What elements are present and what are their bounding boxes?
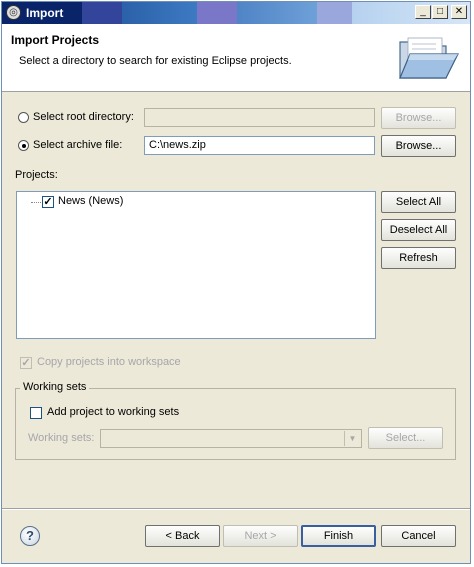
page-description: Select a directory to search for existin… [19, 55, 292, 67]
deselect-all-button[interactable]: Deselect All [381, 219, 456, 241]
working-sets-field-label: Working sets: [28, 432, 95, 444]
projects-list[interactable]: ✓ News (News) [16, 191, 376, 339]
working-sets-legend: Working sets [20, 381, 90, 393]
chevron-down-icon[interactable]: ▼ [344, 431, 360, 446]
refresh-button[interactable]: Refresh [381, 247, 456, 269]
eclipse-icon: ◎ [6, 5, 21, 20]
wizard-header: Import Projects Select a directory to se… [2, 24, 470, 92]
help-icon[interactable]: ? [20, 526, 40, 546]
cancel-button[interactable]: Cancel [381, 525, 456, 547]
next-button[interactable]: Next > [223, 525, 298, 547]
footer-separator [2, 508, 470, 510]
archive-file-input[interactable]: C:\news.zip [144, 136, 375, 155]
working-sets-group: Working sets Add project to working sets… [15, 381, 456, 460]
root-directory-label: Select root directory: [33, 111, 134, 123]
working-sets-select-button[interactable]: Select... [368, 427, 443, 449]
working-sets-combo[interactable]: ▼ [100, 429, 362, 448]
close-button[interactable]: ✕ [451, 5, 467, 19]
root-directory-radio[interactable] [18, 112, 29, 123]
select-all-button[interactable]: Select All [381, 191, 456, 213]
copy-projects-label: Copy projects into workspace [37, 356, 181, 368]
project-item-label: News (News) [58, 195, 124, 207]
minimize-button[interactable]: _ [415, 5, 431, 19]
archive-file-radio[interactable] [18, 140, 29, 151]
root-browse-button[interactable]: Browse... [381, 107, 456, 129]
title-bar[interactable]: ◎ Import _ □ ✕ [2, 2, 470, 24]
projects-label: Projects: [15, 169, 58, 181]
open-folder-icon [399, 37, 459, 79]
archive-browse-button[interactable]: Browse... [381, 135, 456, 157]
window-title: Import [26, 6, 64, 20]
import-dialog: ◎ Import _ □ ✕ Import Projects Select a … [1, 1, 471, 564]
back-button[interactable]: < Back [145, 525, 220, 547]
root-directory-field[interactable] [144, 108, 375, 127]
copy-projects-checkbox[interactable]: ✓ [20, 357, 32, 369]
page-title: Import Projects [11, 33, 100, 47]
maximize-button[interactable]: □ [432, 5, 448, 19]
add-to-working-sets-checkbox[interactable] [30, 407, 42, 419]
finish-button[interactable]: Finish [301, 525, 376, 547]
add-to-working-sets-label: Add project to working sets [47, 406, 180, 418]
project-checkbox[interactable]: ✓ [42, 196, 54, 208]
archive-file-label: Select archive file: [33, 139, 123, 151]
